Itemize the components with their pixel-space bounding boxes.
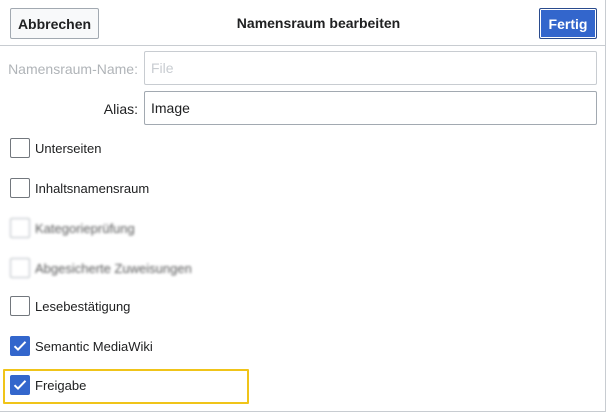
checkbox[interactable]	[10, 336, 30, 356]
checkbox-row-semantic-mediawiki[interactable]: Semantic MediaWiki	[10, 335, 153, 357]
checkbox[interactable]	[10, 296, 30, 316]
dialog-header: Abbrechen Namensraum bearbeiten Fertig	[0, 0, 605, 46]
checkbox-row-category-check[interactable]: Kategorieprüfung	[10, 217, 135, 239]
cancel-button[interactable]: Abbrechen	[10, 8, 99, 39]
checkbox[interactable]	[10, 138, 30, 158]
namespace-name-label: Namensraum-Name:	[8, 61, 138, 77]
checkbox[interactable]	[10, 258, 30, 278]
alias-label: Alias:	[103, 101, 138, 117]
highlight-frame	[3, 369, 249, 404]
checkbox-label: Lesebestätigung	[35, 298, 131, 314]
checkbox[interactable]	[10, 218, 30, 238]
namespace-name-field: File	[144, 51, 597, 85]
edit-namespace-dialog: Abbrechen Namensraum bearbeiten Fertig N…	[0, 0, 606, 412]
checkbox-row-content-namespace[interactable]: Inhaltsnamensraum	[10, 177, 149, 199]
checkbox[interactable]	[10, 178, 30, 198]
check-icon	[13, 341, 27, 352]
checkbox-label: Semantic MediaWiki	[35, 338, 153, 354]
checkbox-label: Inhaltsnamensraum	[35, 180, 150, 196]
alias-field[interactable]: Image	[144, 91, 597, 125]
checkbox-row-secured-assignments[interactable]: Abgesicherte Zuweisungen	[10, 257, 192, 279]
done-button[interactable]: Fertig	[539, 8, 597, 39]
checkbox-row-subpages[interactable]: Unterseiten	[10, 137, 101, 159]
dialog-title: Namensraum bearbeiten	[236, 15, 401, 31]
checkbox-label: Abgesicherte Zuweisungen	[35, 260, 192, 276]
checkbox-row-read-confirmation[interactable]: Lesebestätigung	[10, 295, 130, 317]
checkbox-label: Unterseiten	[35, 140, 102, 156]
checkbox-label: Kategorieprüfung	[35, 220, 135, 236]
